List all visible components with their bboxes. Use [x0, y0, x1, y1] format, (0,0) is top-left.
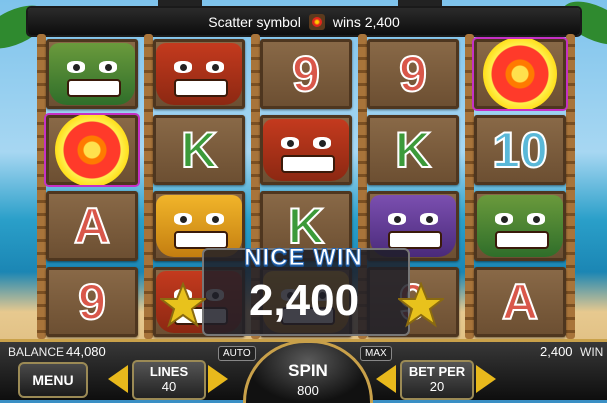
win-amount: 2,400 [248, 276, 360, 325]
tiki-mask-red-icon [156, 43, 242, 105]
scatter-flower-icon [308, 13, 325, 30]
reel-cell: K [153, 115, 245, 185]
bet-value: 20 [429, 379, 445, 394]
reel-cell [153, 39, 245, 109]
reel-cell [46, 39, 138, 109]
reel-cell: K [367, 115, 459, 185]
win-banner: Scatter symbol wins 2,400 [28, 8, 580, 35]
bet-decrease-arrow[interactable] [376, 365, 396, 393]
lines-label: LINES [149, 364, 189, 379]
tiki-mask-red-icon [263, 119, 349, 181]
lines-value: 40 [161, 379, 177, 394]
reel: 10 A [468, 37, 572, 339]
win-label: WIN [580, 345, 604, 359]
lines-decrease-arrow[interactable] [108, 365, 128, 393]
card-symbol: 9 [77, 274, 107, 330]
win-headline: NICE WIN [244, 244, 363, 272]
lines-box: LINES 40 [132, 360, 206, 400]
reel-cell: A [474, 267, 566, 337]
menu-button[interactable]: MENU [18, 362, 88, 398]
card-symbol: K [180, 122, 218, 178]
bet-increase-arrow[interactable] [476, 365, 496, 393]
bet-label: BET PER [408, 364, 466, 379]
lines-increase-arrow[interactable] [208, 365, 228, 393]
balance-value: 44,080 [66, 344, 106, 359]
spin-total-bet: 800 [297, 383, 319, 398]
tiki-mask-green-icon [49, 43, 135, 105]
reel-cell: 10 [474, 115, 566, 185]
hibiscus-scatter-icon [483, 39, 557, 109]
auto-button[interactable]: AUTO [218, 346, 256, 361]
card-symbol: 10 [491, 122, 549, 178]
reel: A9 [40, 37, 144, 339]
star-icon [398, 282, 444, 328]
win-value: 2,400 [540, 344, 573, 359]
reel-cell: 9 [260, 39, 352, 109]
banner-text-after: wins 2,400 [332, 13, 400, 30]
bet-box: BET PER 20 [400, 360, 474, 400]
banner-text-before: Scatter symbol [208, 13, 301, 30]
reel-cell [46, 115, 138, 185]
card-symbol: A [501, 274, 539, 330]
star-icon [160, 282, 206, 328]
card-symbol: 9 [398, 46, 428, 102]
hibiscus-scatter-icon [55, 115, 129, 185]
card-symbol: 9 [291, 46, 321, 102]
max-button[interactable]: MAX [360, 346, 392, 361]
reel-cell [260, 115, 352, 185]
balance-label: BALANCE [8, 345, 65, 359]
reel-cell: 9 [367, 39, 459, 109]
reel-cell: 9 [46, 267, 138, 337]
card-symbol: K [394, 122, 432, 178]
spin-label: SPIN [288, 361, 328, 380]
reel-cell [474, 39, 566, 109]
